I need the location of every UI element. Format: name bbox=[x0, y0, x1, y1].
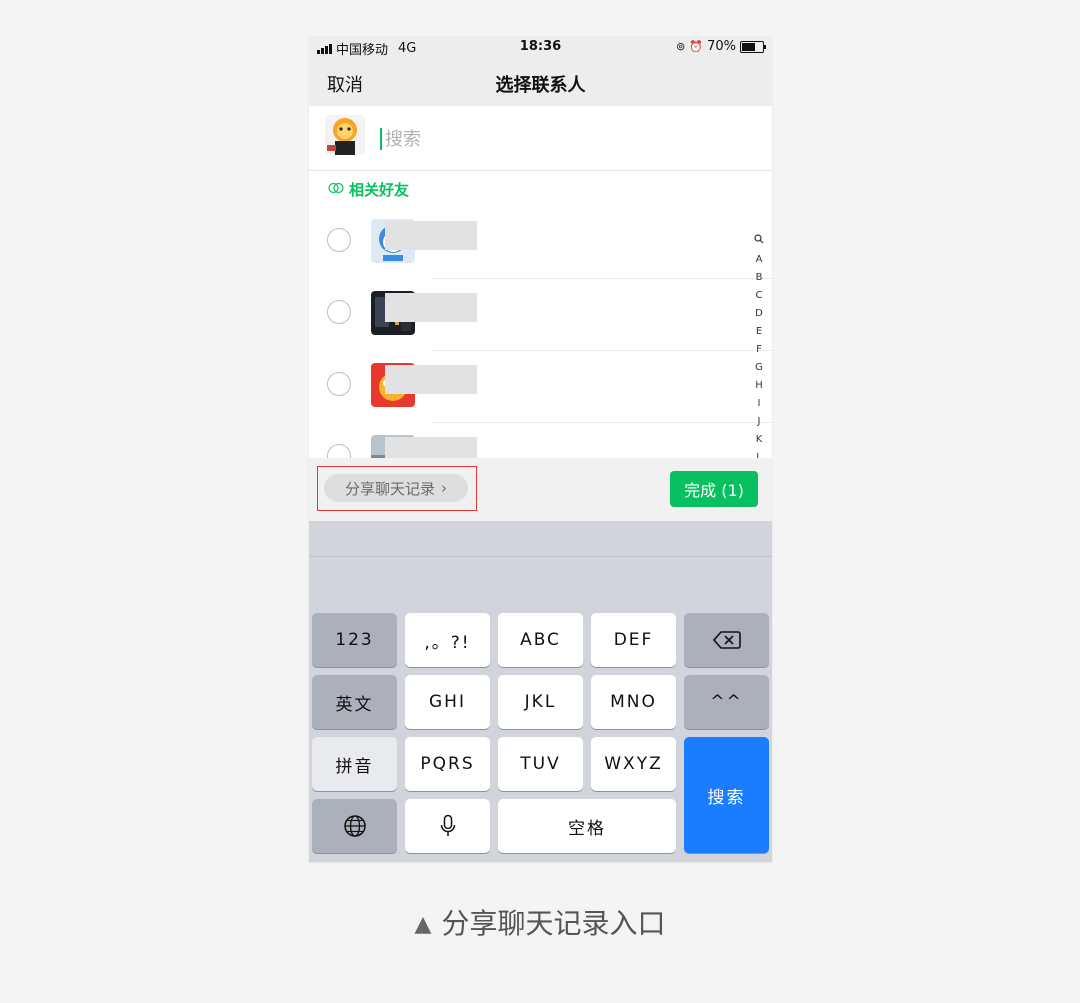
section-label: 相关好友 bbox=[349, 181, 410, 199]
redaction-block bbox=[385, 293, 477, 322]
key-emoji[interactable]: ^^ bbox=[684, 675, 769, 729]
mic-key[interactable] bbox=[405, 799, 490, 853]
index-letter[interactable]: A bbox=[752, 251, 766, 269]
contact-list bbox=[309, 207, 772, 458]
globe-icon bbox=[343, 815, 366, 837]
select-radio[interactable] bbox=[327, 444, 351, 458]
select-radio[interactable] bbox=[327, 228, 351, 252]
index-letter[interactable]: H bbox=[752, 377, 766, 395]
key-pqrs[interactable]: PQRS bbox=[405, 737, 490, 791]
contact-row[interactable] bbox=[309, 279, 772, 351]
related-friends-icon bbox=[328, 182, 344, 194]
index-letter[interactable]: F bbox=[752, 341, 766, 359]
key-space[interactable]: 空格 bbox=[498, 799, 676, 853]
redaction-block bbox=[385, 365, 477, 394]
candidate-bar bbox=[309, 521, 772, 557]
alarm-icon: ⏰ bbox=[689, 40, 704, 53]
text-cursor bbox=[380, 128, 382, 150]
redaction-block bbox=[385, 437, 477, 458]
section-header-related-friends: 相关好友 bbox=[309, 171, 772, 208]
figure-caption: ▲ 分享聊天记录入口 bbox=[0, 902, 1080, 942]
key-ghi[interactable]: GHI bbox=[405, 675, 490, 729]
search-row bbox=[309, 106, 772, 171]
status-right: ⊚ ⏰ 70% bbox=[676, 39, 766, 54]
contact-row[interactable] bbox=[309, 423, 772, 458]
keyboard: 123 ,。?! ABC DEF 英文 GHI JKL MNO ^^ 拼音 PQ… bbox=[309, 521, 772, 862]
backspace-icon bbox=[712, 631, 741, 649]
alphabet-index[interactable]: A B C D E F G H I J K L bbox=[752, 233, 766, 467]
backspace-key[interactable] bbox=[684, 613, 769, 667]
contact-row[interactable] bbox=[309, 207, 772, 279]
rotation-lock-icon: ⊚ bbox=[676, 40, 686, 53]
battery-percent: 70% bbox=[707, 39, 736, 54]
microphone-icon bbox=[440, 814, 455, 836]
caption-text: 分享聊天记录入口 bbox=[441, 907, 666, 940]
key-tuv[interactable]: TUV bbox=[498, 737, 583, 791]
index-letter[interactable]: E bbox=[752, 323, 766, 341]
key-wxyz[interactable]: WXYZ bbox=[591, 737, 676, 791]
index-letter[interactable]: B bbox=[752, 269, 766, 287]
key-mno[interactable]: MNO bbox=[591, 675, 676, 729]
redaction-block bbox=[385, 221, 477, 250]
select-radio[interactable] bbox=[327, 372, 351, 396]
page-title: 选择联系人 bbox=[495, 75, 586, 96]
cancel-button[interactable]: 取消 bbox=[327, 71, 363, 97]
key-123[interactable]: 123 bbox=[312, 613, 397, 667]
battery-icon bbox=[740, 40, 766, 53]
index-letter[interactable]: C bbox=[752, 287, 766, 305]
key-pinyin[interactable]: 拼音 bbox=[312, 737, 397, 791]
key-jkl[interactable]: JKL bbox=[498, 675, 583, 729]
globe-key[interactable] bbox=[312, 799, 397, 853]
search-input[interactable] bbox=[383, 120, 687, 158]
key-abc[interactable]: ABC bbox=[498, 613, 583, 667]
triangle-marker: ▲ bbox=[414, 912, 432, 937]
key-def[interactable]: DEF bbox=[591, 613, 676, 667]
highlight-box: 分享聊天记录 › bbox=[317, 466, 477, 511]
share-chat-history-button[interactable]: 分享聊天记录 › bbox=[324, 474, 468, 502]
done-button[interactable]: 完成 (1) bbox=[670, 471, 758, 507]
key-punctuation[interactable]: ,。?! bbox=[405, 613, 490, 667]
index-letter[interactable]: J bbox=[752, 413, 766, 431]
index-letter[interactable]: G bbox=[752, 359, 766, 377]
bottom-action-bar: 分享聊天记录 › 完成 (1) bbox=[309, 458, 772, 521]
key-search[interactable]: 搜索 bbox=[684, 737, 769, 853]
index-search-icon[interactable] bbox=[752, 233, 766, 251]
index-letter[interactable]: K bbox=[752, 431, 766, 449]
select-radio[interactable] bbox=[327, 300, 351, 324]
index-letter[interactable]: D bbox=[752, 305, 766, 323]
nav-bar: 取消 选择联系人 bbox=[309, 58, 772, 106]
chevron-right-icon: › bbox=[441, 479, 447, 497]
status-bar: 中国移动 4G 18:36 ⊚ ⏰ 70% bbox=[309, 36, 772, 58]
share-label: 分享聊天记录 bbox=[344, 479, 435, 498]
contact-row[interactable] bbox=[309, 351, 772, 423]
phone-screen: 中国移动 4G 18:36 ⊚ ⏰ 70% 取消 选择联系人 搜索 相关好友 A… bbox=[309, 36, 772, 862]
index-letter[interactable]: I bbox=[752, 395, 766, 413]
selected-contact-avatar[interactable] bbox=[325, 115, 365, 155]
key-english[interactable]: 英文 bbox=[312, 675, 397, 729]
